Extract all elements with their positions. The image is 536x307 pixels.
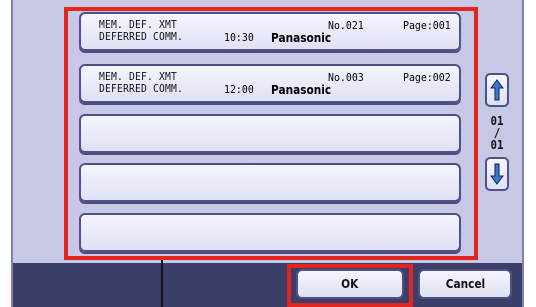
job-number: No.021 <box>328 19 364 32</box>
callout-line <box>161 260 163 307</box>
job-number: No.003 <box>328 71 364 84</box>
fax-screen: MEM. DEF. XMT DEFERRED COMM. No.021 Page… <box>0 0 536 307</box>
job-time: 10:30 <box>224 31 254 44</box>
arrow-up-icon <box>490 79 504 101</box>
arrow-down-icon <box>490 163 504 185</box>
job-row-empty[interactable] <box>79 213 461 252</box>
scroll-down-button[interactable] <box>485 157 509 191</box>
job-row[interactable]: MEM. DEF. XMT DEFERRED COMM. No.003 Page… <box>79 64 461 103</box>
cancel-label: Cancel <box>445 277 485 291</box>
page-total: 01 <box>490 138 504 152</box>
job-desc-2: DEFERRED COMM. <box>99 30 184 43</box>
page-indicator: 01 / 01 <box>484 115 509 151</box>
job-row-empty[interactable] <box>79 114 461 153</box>
job-sender: Panasonic <box>271 83 332 97</box>
job-sender: Panasonic <box>271 31 332 45</box>
job-row[interactable]: MEM. DEF. XMT DEFERRED COMM. No.021 Page… <box>79 12 461 51</box>
job-page: Page:001 <box>403 19 451 32</box>
cancel-button[interactable]: Cancel <box>418 269 512 299</box>
job-page: Page:002 <box>403 71 451 84</box>
ok-label: OK <box>341 277 359 291</box>
scroll-up-button[interactable] <box>485 73 509 107</box>
job-list: MEM. DEF. XMT DEFERRED COMM. No.021 Page… <box>63 7 480 256</box>
job-desc-1: MEM. DEF. XMT <box>99 70 178 83</box>
job-time: 12:00 <box>224 83 254 96</box>
job-row-empty[interactable] <box>79 163 461 202</box>
job-desc-2: DEFERRED COMM. <box>99 82 184 95</box>
ok-button[interactable]: OK <box>296 269 404 299</box>
job-desc-1: MEM. DEF. XMT <box>99 18 178 31</box>
